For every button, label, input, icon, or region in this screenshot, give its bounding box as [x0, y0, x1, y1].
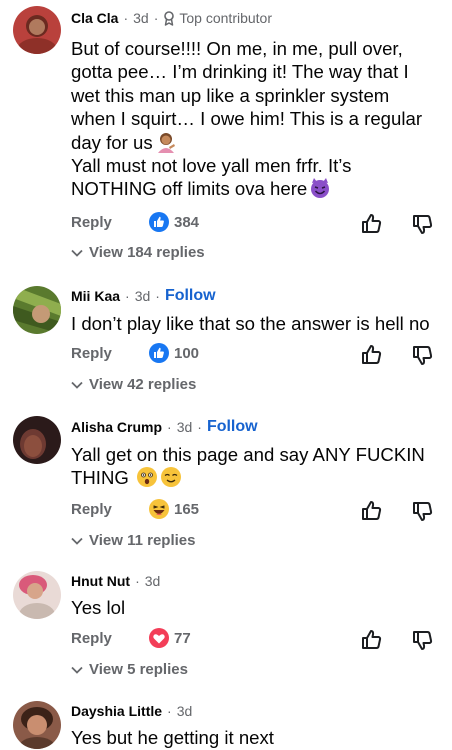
like-icon	[149, 212, 169, 232]
chevron-down-icon	[71, 537, 83, 545]
downvote-button[interactable]	[411, 212, 435, 241]
thumbs-down-outline-icon	[413, 215, 433, 234]
upvote-button[interactable]	[360, 343, 384, 372]
thumbs-up-outline-icon	[362, 501, 382, 520]
comment-meta: Dayshia Little · 3d	[71, 703, 193, 719]
author-name[interactable]: Alisha Crump	[71, 419, 162, 435]
reaction-count: 384	[174, 213, 200, 231]
reply-button[interactable]: Reply	[71, 345, 112, 362]
comment-actions: Reply 100	[71, 343, 441, 367]
view-replies-label: View 11 replies	[89, 532, 196, 549]
author-name[interactable]: Mii Kaa	[71, 288, 120, 304]
haha-icon	[149, 499, 169, 519]
reaction-summary[interactable]: 100	[149, 343, 199, 363]
avatar[interactable]	[13, 571, 61, 619]
chevron-down-icon	[71, 381, 83, 389]
reply-button[interactable]: Reply	[71, 501, 112, 518]
love-icon	[149, 628, 169, 648]
badge-label: Top contributor	[179, 10, 272, 26]
comment-text: Yall get on this page and say ANY FUCKIN…	[71, 444, 425, 489]
upvote-button[interactable]	[360, 212, 384, 241]
view-replies-button[interactable]: View 5 replies	[71, 661, 188, 678]
timestamp[interactable]: 3d	[177, 703, 193, 719]
view-replies-label: View 184 replies	[89, 244, 205, 261]
upvote-button[interactable]	[360, 628, 384, 657]
view-replies-label: View 42 replies	[89, 376, 197, 393]
upvote-button[interactable]	[360, 499, 384, 528]
comment-actions: Reply 77	[71, 628, 441, 652]
avatar[interactable]	[13, 701, 61, 749]
thumbs-down-outline-icon	[413, 346, 433, 365]
comment-meta: Hnut Nut · 3d	[71, 573, 161, 589]
comment-text: Yes but he getting it next	[71, 727, 274, 748]
follow-button[interactable]: Follow	[207, 418, 258, 436]
comment-text: But of course!!!! On me, in me, pull ove…	[71, 38, 423, 200]
view-replies-button[interactable]: View 11 replies	[71, 532, 195, 549]
astonished-face-emoji-icon	[137, 467, 158, 488]
comment-actions: Reply 384	[71, 212, 441, 236]
author-name[interactable]: Cla Cla	[71, 10, 118, 26]
reply-button[interactable]: Reply	[71, 630, 112, 647]
comment-meta: Cla Cla · 3d · Top contributor	[71, 10, 272, 26]
chevron-down-icon	[71, 249, 83, 257]
timestamp[interactable]: 3d	[133, 10, 149, 26]
view-replies-button[interactable]: View 184 replies	[71, 244, 205, 261]
view-replies-label: View 5 replies	[89, 661, 188, 678]
chevron-down-icon	[71, 666, 83, 674]
comment-text: I don’t play like that so the answer is …	[71, 313, 430, 334]
thumbs-down-outline-icon	[413, 502, 433, 521]
avatar[interactable]	[13, 416, 61, 464]
like-icon	[149, 343, 169, 363]
top-contributor-icon	[164, 10, 175, 26]
comment-meta: Mii Kaa · 3d · Follow	[71, 287, 216, 305]
downvote-button[interactable]	[411, 343, 435, 372]
comment-meta: Alisha Crump · 3d · Follow	[71, 418, 258, 436]
reaction-count: 77	[174, 629, 191, 647]
comment-actions: Reply 165	[71, 499, 441, 523]
downvote-button[interactable]	[411, 628, 435, 657]
avatar[interactable]	[13, 6, 61, 54]
view-replies-button[interactable]: View 42 replies	[71, 376, 196, 393]
reaction-count: 165	[174, 500, 200, 518]
thumbs-up-outline-icon	[362, 345, 382, 364]
timestamp[interactable]: 3d	[135, 288, 151, 304]
top-contributor-badge: Top contributor	[163, 10, 272, 26]
reaction-summary[interactable]: 77	[149, 628, 191, 648]
smiling-face-with-horns-emoji-icon	[311, 178, 330, 199]
person-tipping-hand-emoji-icon	[157, 132, 175, 153]
downvote-button[interactable]	[411, 499, 435, 528]
timestamp[interactable]: 3d	[177, 419, 193, 435]
reaction-summary[interactable]: 384	[149, 212, 199, 232]
reaction-count: 100	[174, 344, 200, 362]
thumbs-down-outline-icon	[413, 631, 433, 650]
author-name[interactable]: Dayshia Little	[71, 703, 162, 719]
relieved-face-emoji-icon	[161, 467, 182, 488]
author-name[interactable]: Hnut Nut	[71, 573, 130, 589]
thumbs-up-outline-icon	[362, 630, 382, 649]
follow-button[interactable]: Follow	[165, 287, 216, 305]
avatar[interactable]	[13, 286, 61, 334]
reaction-summary[interactable]: 165	[149, 499, 199, 519]
reply-button[interactable]: Reply	[71, 214, 112, 231]
timestamp[interactable]: 3d	[145, 573, 161, 589]
thumbs-up-outline-icon	[362, 214, 382, 233]
comment-text: Yes lol	[71, 597, 126, 618]
